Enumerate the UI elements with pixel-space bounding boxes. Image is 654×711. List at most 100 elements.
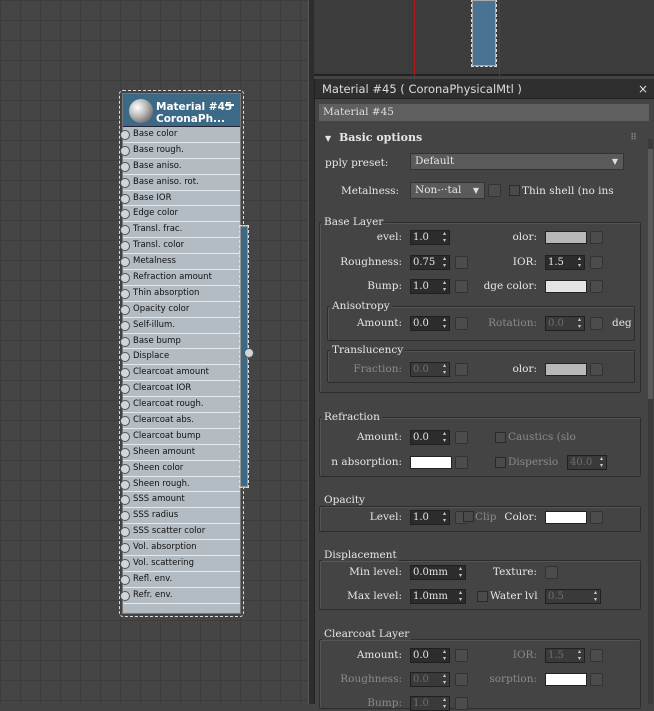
node-slot[interactable]: Sheen color [120, 461, 240, 477]
input-socket[interactable] [120, 257, 130, 268]
input-socket[interactable] [120, 495, 130, 506]
node-slot[interactable]: Displace [120, 349, 240, 366]
node-slot[interactable]: Clearcoat amount [120, 365, 240, 382]
input-socket[interactable] [120, 543, 130, 554]
apply-preset-dropdown[interactable]: Default ▼ [410, 153, 624, 170]
clearcoat-amount-map-button[interactable] [455, 649, 468, 662]
base-color-map-button[interactable] [590, 231, 603, 244]
node-slot[interactable]: SSS amount [120, 492, 240, 509]
clearcoat-absorption-map-button[interactable] [590, 673, 603, 686]
input-socket[interactable] [120, 447, 130, 458]
input-socket[interactable] [120, 130, 130, 140]
metalness-map-button[interactable] [488, 184, 501, 197]
node-slot[interactable]: Thin absorption [120, 286, 240, 302]
aniso-amount-spinner[interactable]: 0.0 [410, 316, 450, 331]
preview-viewport[interactable] [314, 0, 654, 76]
node-slot[interactable]: Self-illum. [120, 318, 240, 334]
material-name-field[interactable]: Material #45 [319, 104, 649, 121]
input-socket[interactable] [120, 574, 130, 585]
input-socket[interactable] [120, 145, 130, 156]
clearcoat-absorption-swatch[interactable] [545, 673, 587, 686]
drag-handle-icon[interactable]: ⠿ [630, 130, 637, 146]
clearcoat-amount-spinner[interactable]: 0.0 [410, 648, 450, 663]
node-slot[interactable]: SSS radius [120, 508, 240, 525]
aniso-amount-map-button[interactable] [455, 317, 468, 330]
node-editor-canvas[interactable]: Material #45 CoronaPh... Base color Base … [0, 0, 310, 704]
node-slot[interactable]: Base color [120, 127, 240, 143]
node-slot[interactable]: Refraction amount [120, 270, 240, 286]
input-socket[interactable] [120, 241, 130, 252]
close-icon[interactable]: × [638, 79, 648, 99]
node-header[interactable]: Material #45 CoronaPh... [123, 94, 240, 127]
edge-color-map-button[interactable] [590, 280, 603, 293]
metalness-dropdown[interactable]: Non-··tal ▼ [410, 182, 485, 199]
input-socket[interactable] [120, 193, 130, 204]
bump-map-button[interactable] [455, 280, 468, 293]
node-slot[interactable]: Base aniso. rot. [120, 175, 240, 191]
input-socket[interactable] [120, 320, 130, 331]
node-slot[interactable]: Clearcoat bump [120, 429, 240, 445]
dispersion-checkbox[interactable] [495, 457, 506, 468]
viewport-selected-node[interactable] [471, 0, 497, 67]
opacity-level-spinner[interactable]: 1.0 [410, 510, 450, 525]
input-socket[interactable] [120, 273, 130, 284]
caustics-checkbox[interactable] [495, 432, 506, 443]
input-socket[interactable] [120, 161, 130, 172]
clearcoat-roughness-spinner[interactable]: 0.0 [410, 672, 450, 687]
water-level-spinner[interactable]: 0.5 [545, 589, 601, 604]
min-level-spinner[interactable]: 0.0mm [410, 565, 466, 580]
water-level-checkbox[interactable] [477, 591, 488, 602]
aniso-rotation-spinner[interactable]: 0.0 [545, 316, 585, 331]
ior-spinner[interactable]: 1.5 [545, 255, 585, 270]
opacity-color-map-button[interactable] [590, 511, 603, 524]
dispersion-spinner[interactable]: 40.0 [567, 455, 607, 470]
node-slot[interactable]: SSS scatter color [120, 524, 240, 541]
input-socket[interactable] [120, 368, 130, 379]
input-socket[interactable] [120, 336, 130, 347]
node-slot[interactable]: Metalness [120, 254, 240, 271]
node-slot[interactable]: Base aniso. [120, 159, 240, 175]
input-socket[interactable] [120, 400, 130, 411]
input-socket[interactable] [120, 384, 130, 395]
input-socket[interactable] [120, 304, 130, 315]
refraction-amount-spinner[interactable]: 0.0 [410, 430, 450, 445]
node-slot[interactable]: Clearcoat rough. [120, 397, 240, 414]
thin-absorption-map-button[interactable] [455, 456, 468, 469]
clearcoat-roughness-map-button[interactable] [455, 673, 468, 686]
node-slot[interactable]: Base rough. [120, 143, 240, 159]
node-slot[interactable]: Transl. color [120, 238, 240, 255]
base-level-spinner[interactable]: 1.0 [410, 230, 450, 245]
clearcoat-ior-map-button[interactable] [590, 649, 603, 662]
texture-map-button[interactable] [545, 566, 558, 579]
clip-checkbox[interactable] [463, 511, 474, 522]
output-socket[interactable] [244, 348, 254, 358]
node-slot[interactable]: Refr. env. [120, 588, 240, 604]
input-socket[interactable] [120, 209, 130, 220]
base-color-swatch[interactable] [545, 231, 587, 244]
input-socket[interactable] [120, 416, 130, 427]
node-slot[interactable]: Refl. env. [120, 572, 240, 588]
input-socket[interactable] [120, 177, 130, 188]
node-slot[interactable]: Clearcoat abs. [120, 413, 240, 429]
node-slot[interactable]: Sheen amount [120, 445, 240, 461]
roughness-map-button[interactable] [455, 256, 468, 269]
node-slot[interactable]: Base bump [120, 334, 240, 350]
input-socket[interactable] [120, 225, 130, 236]
input-socket[interactable] [120, 590, 130, 601]
translucency-color-map-button[interactable] [590, 363, 603, 376]
node-slot[interactable]: Vol. absorption [120, 540, 240, 557]
node-slot[interactable]: Clearcoat IOR [120, 381, 240, 398]
node-slot[interactable]: Base IOR [120, 191, 240, 207]
bump-spinner[interactable]: 1.0 [410, 279, 450, 294]
thin-absorption-swatch[interactable] [410, 456, 452, 469]
input-socket[interactable] [120, 288, 130, 299]
rollout-basic-options[interactable]: ▼ Basic options ⠿ [319, 130, 641, 146]
node-slot[interactable]: Transl. frac. [120, 222, 240, 239]
panel-scrollbar-thumb[interactable] [648, 149, 653, 399]
roughness-spinner[interactable]: 0.75 [410, 255, 450, 270]
minimize-icon[interactable] [225, 104, 234, 106]
fraction-map-button[interactable] [455, 363, 468, 376]
material-node[interactable]: Material #45 CoronaPh... Base color Base … [119, 90, 254, 617]
input-socket[interactable] [120, 479, 130, 490]
clearcoat-ior-spinner[interactable]: 1.5 [545, 648, 585, 663]
